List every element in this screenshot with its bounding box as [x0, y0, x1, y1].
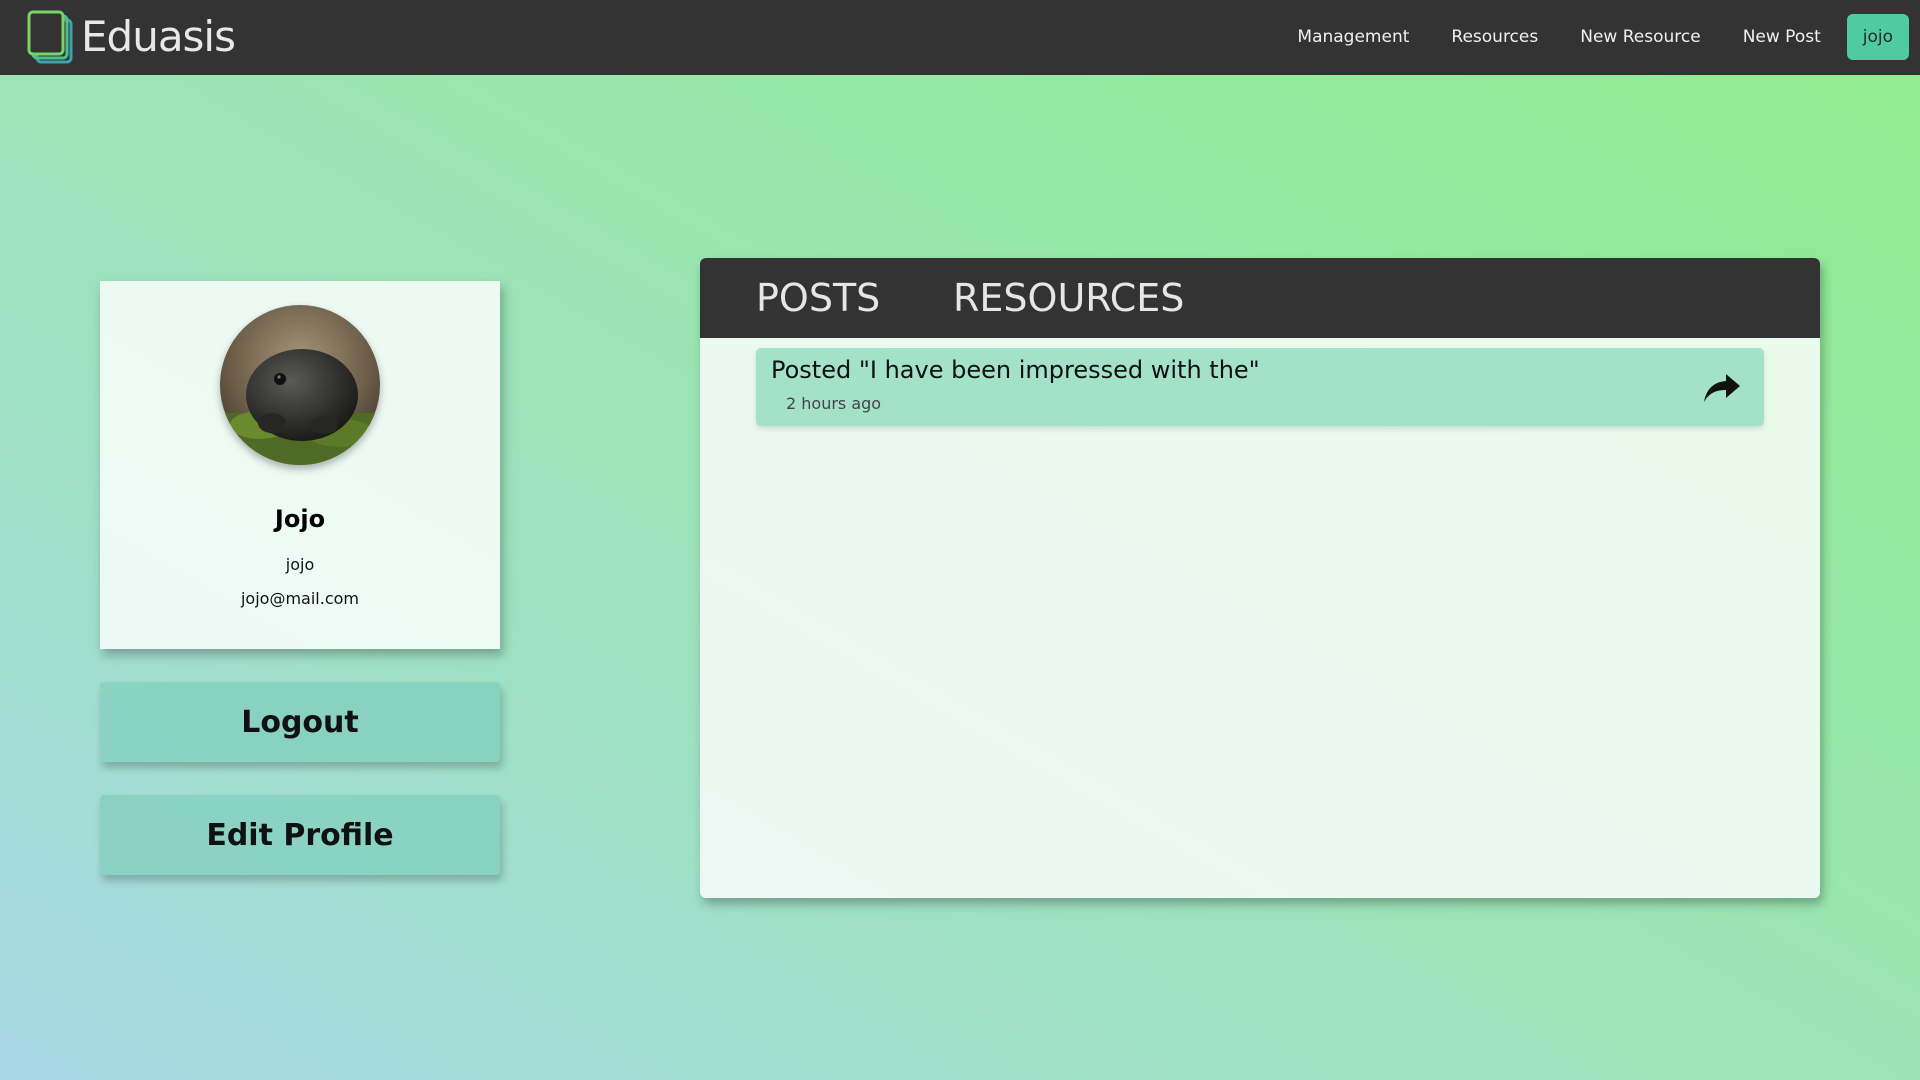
- profile-email: jojo@mail.com: [240, 589, 359, 608]
- stacked-pages-logo-icon: [27, 10, 75, 64]
- logout-button[interactable]: Logout: [100, 682, 500, 762]
- avatar: [220, 305, 380, 465]
- nav-item-new-resource[interactable]: New Resource: [1559, 14, 1721, 60]
- activity-panel: POSTS RESOURCES Posted "I have been impr…: [700, 258, 1820, 898]
- profile-card: Jojo jojo jojo@mail.com: [100, 281, 500, 649]
- frog-avatar-icon: [220, 305, 380, 465]
- nav-item-new-post[interactable]: New Post: [1722, 14, 1842, 60]
- tab-resources[interactable]: RESOURCES: [953, 258, 1184, 338]
- post-timestamp: 2 hours ago: [786, 394, 882, 413]
- tab-posts[interactable]: POSTS: [756, 258, 880, 338]
- post-title: Posted "I have been impressed with the": [771, 356, 1260, 384]
- user-menu-button[interactable]: jojo: [1846, 14, 1909, 60]
- brand-name: Eduasis: [81, 12, 236, 61]
- profile-display-name: Jojo: [274, 505, 326, 533]
- nav-links: Management Resources New Resource New Po…: [1276, 14, 1909, 60]
- nav-item-management[interactable]: Management: [1276, 14, 1430, 60]
- top-navbar: Eduasis Management Resources New Resourc…: [0, 0, 1920, 75]
- profile-username: jojo: [285, 555, 315, 574]
- nav-item-resources[interactable]: Resources: [1430, 14, 1559, 60]
- list-item[interactable]: Posted "I have been impressed with the" …: [756, 348, 1764, 426]
- share-arrow-icon[interactable]: [1702, 370, 1742, 406]
- brand[interactable]: Eduasis: [27, 9, 236, 65]
- tab-bar: POSTS RESOURCES: [700, 258, 1820, 338]
- edit-profile-button[interactable]: Edit Profile: [100, 795, 500, 875]
